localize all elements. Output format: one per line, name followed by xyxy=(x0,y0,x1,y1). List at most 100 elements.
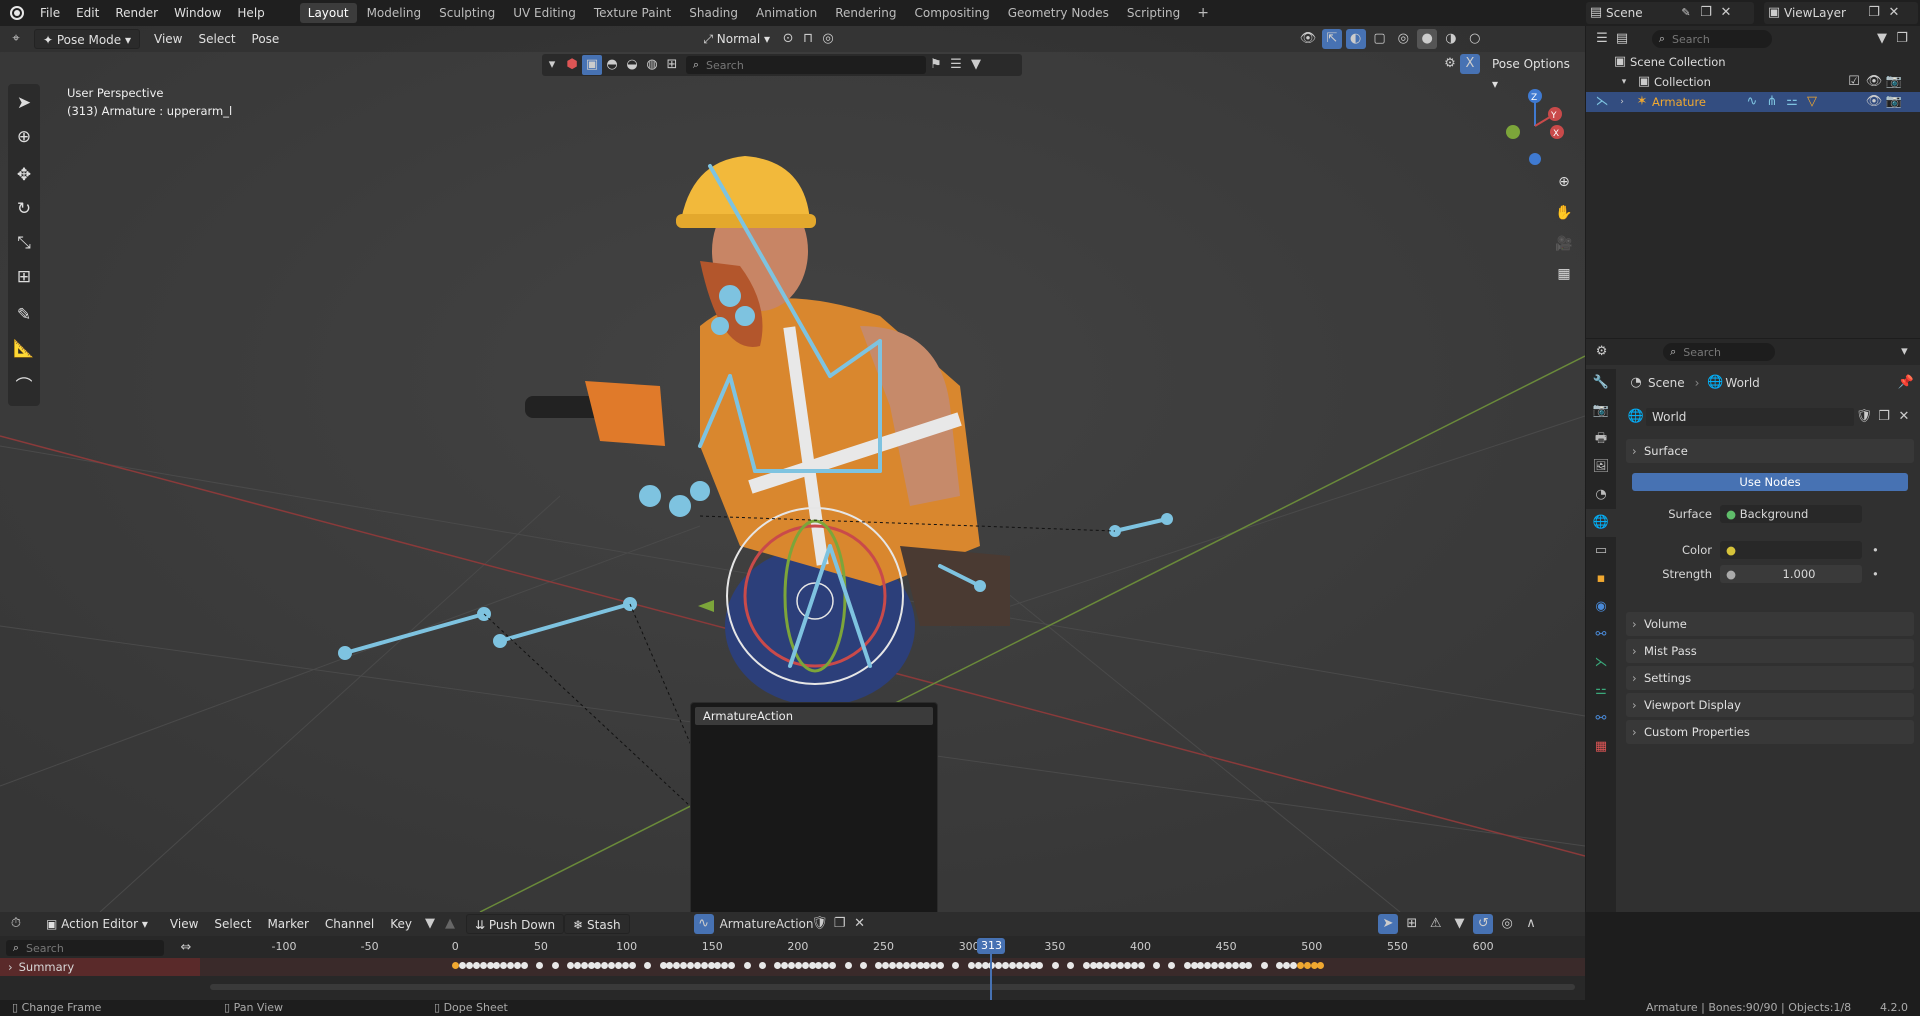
keyframe[interactable] xyxy=(1123,962,1131,969)
scale-tool-icon[interactable]: ⤡ xyxy=(8,226,40,260)
keyframe[interactable] xyxy=(1168,962,1176,969)
editor-type-outliner-icon[interactable]: ☰ xyxy=(1592,29,1612,49)
menu-marker[interactable]: Marker xyxy=(259,914,316,934)
chevron-right-icon[interactable]: › xyxy=(8,960,13,974)
pin-icon[interactable]: 📌 xyxy=(1896,373,1916,393)
properties-search-input[interactable]: ⌕ Search xyxy=(1663,343,1775,361)
visibility-icon[interactable]: 👁 xyxy=(1298,29,1318,49)
scene-selector[interactable]: ▤ Scene ✎ ❐ ✕ xyxy=(1586,2,1754,24)
world-datablock-selector[interactable]: 🌐 World 🛡 ❐ ✕ xyxy=(1626,407,1914,427)
world-tab-icon[interactable]: 🌐 xyxy=(1586,509,1616,537)
duplicate-icon[interactable]: ❐ xyxy=(830,914,850,934)
keyframe[interactable] xyxy=(628,962,636,969)
menu-view[interactable]: View xyxy=(146,29,190,49)
object-filter-icon[interactable]: ⬢ xyxy=(562,55,582,75)
bone-constraint-tab-icon[interactable]: ⚯ xyxy=(1586,705,1616,733)
keyframe[interactable] xyxy=(573,962,581,969)
keyframe[interactable] xyxy=(1116,962,1124,969)
camera-icon[interactable]: 📷 xyxy=(1884,92,1904,112)
tab-animation[interactable]: Animation xyxy=(748,3,825,23)
keyframe[interactable] xyxy=(1245,962,1253,969)
keyframe[interactable] xyxy=(466,962,473,969)
tool-tab-icon[interactable]: 🔧 xyxy=(1586,369,1616,397)
keyframe[interactable] xyxy=(580,962,588,969)
keyframe[interactable] xyxy=(1137,962,1145,969)
navigation-gizmo[interactable]: Z Y X xyxy=(1500,86,1570,166)
3d-viewport[interactable]: ⌖ ✦ Pose Mode ▾ View Select Pose ⤢ Norma… xyxy=(0,26,1585,912)
move-tool-icon[interactable]: ✥ xyxy=(8,158,40,192)
keyframe[interactable] xyxy=(758,962,766,969)
object-tab-icon[interactable]: ▪ xyxy=(1586,565,1616,593)
bone-envelope-tool-icon[interactable]: ⌒ xyxy=(8,370,40,404)
select-mode-icon[interactable]: ⊞ xyxy=(662,55,682,75)
select-mode-icon[interactable]: ◓ xyxy=(602,55,622,75)
cursor-tool-icon[interactable]: ⊕ xyxy=(8,120,40,154)
world-name-field[interactable]: World xyxy=(1646,408,1854,426)
keyframe[interactable] xyxy=(794,962,802,969)
keyframe[interactable] xyxy=(952,962,960,969)
measure-tool-icon[interactable]: 📐 xyxy=(8,332,40,366)
close-icon[interactable]: ✕ xyxy=(850,914,870,934)
only-selected-icon[interactable]: ➤ xyxy=(1378,914,1398,934)
fake-user-icon[interactable]: 🛡 xyxy=(810,914,830,934)
strength-field[interactable]: ● 1.000 xyxy=(1720,565,1862,583)
view-layer-tab-icon[interactable]: 🖼 xyxy=(1586,453,1616,481)
select-mode-icon[interactable]: ◍ xyxy=(642,55,662,75)
blender-logo-icon[interactable] xyxy=(10,6,24,20)
tab-modeling[interactable]: Modeling xyxy=(359,3,430,23)
output-tab-icon[interactable]: 🖶 xyxy=(1586,425,1616,453)
push-down-button[interactable]: ⇊ Push Down xyxy=(465,914,565,934)
keyframe[interactable] xyxy=(1022,962,1030,969)
use-nodes-button[interactable]: Use Nodes xyxy=(1632,473,1908,491)
menu-render[interactable]: Render xyxy=(107,0,166,26)
menu-pose[interactable]: Pose xyxy=(244,29,288,49)
bookmark-icon[interactable]: ⚑ xyxy=(926,55,946,75)
viewlayer-selector[interactable]: ▣ ViewLayer ❐ ✕ xyxy=(1764,2,1918,24)
viewport-display-panel-header[interactable]: Viewport Display xyxy=(1626,693,1914,717)
current-frame-indicator[interactable]: 313 xyxy=(977,938,1006,1000)
keyframe[interactable] xyxy=(1009,962,1017,969)
annotate-tool-icon[interactable]: ✎ xyxy=(8,298,40,332)
summary-channel[interactable]: › Summary xyxy=(0,958,200,976)
keyframe[interactable] xyxy=(513,962,521,969)
keyframe[interactable] xyxy=(1082,962,1090,969)
keyframe[interactable] xyxy=(1317,962,1325,969)
interpolation-icon[interactable]: ∧ xyxy=(1521,914,1541,934)
tab-texture-paint[interactable]: Texture Paint xyxy=(586,3,679,23)
zoom-icon[interactable]: ⊕ xyxy=(1552,170,1576,194)
keyframe[interactable] xyxy=(728,962,736,969)
keyframe[interactable] xyxy=(844,962,852,969)
keyframe[interactable] xyxy=(693,962,701,969)
keyframe[interactable] xyxy=(1231,962,1239,969)
proportional-icon[interactable]: ◎ xyxy=(1497,914,1517,934)
x-mirror-toggle[interactable]: X xyxy=(1460,54,1480,74)
close-icon[interactable]: ✕ xyxy=(1716,3,1736,23)
menu-edit[interactable]: Edit xyxy=(68,0,107,26)
tab-geometry-nodes[interactable]: Geometry Nodes xyxy=(1000,3,1117,23)
keyframe[interactable] xyxy=(1015,962,1023,969)
outliner-row-scene-collection[interactable]: ▣ Scene Collection xyxy=(1586,52,1920,72)
keyframe[interactable] xyxy=(1036,962,1044,969)
keyframe[interactable] xyxy=(829,962,837,969)
solid-shading-icon[interactable]: ● xyxy=(1417,29,1438,49)
perspective-toggle-icon[interactable]: ▦ xyxy=(1552,262,1576,286)
eye-icon[interactable]: 👁 xyxy=(1864,92,1884,112)
fake-user-icon[interactable]: 🛡 xyxy=(1854,407,1874,427)
editor-type-dopesheet-icon[interactable]: ⏱ xyxy=(6,914,26,934)
mist-pass-panel-header[interactable]: Mist Pass xyxy=(1626,639,1914,663)
show-hidden-icon[interactable]: ⊞ xyxy=(1402,914,1422,934)
menu-select[interactable]: Select xyxy=(191,29,244,49)
action-browse-icon[interactable]: ∿ xyxy=(693,914,714,934)
bone-tab-icon[interactable]: ⚍ xyxy=(1586,677,1616,705)
keyframe[interactable] xyxy=(536,962,544,969)
auto-snap-icon[interactable]: ↺ xyxy=(1473,914,1494,934)
keyframe[interactable] xyxy=(909,962,917,969)
rendered-shading-icon[interactable]: ○ xyxy=(1465,29,1485,49)
new-collection-icon[interactable]: ❐ xyxy=(1892,29,1912,49)
keyframe[interactable] xyxy=(1152,962,1160,969)
snap-icon[interactable]: ⊓ xyxy=(798,29,818,49)
keyframe[interactable] xyxy=(1224,962,1232,969)
layer-down-icon[interactable]: ▼ xyxy=(420,914,440,934)
frame-ruler[interactable]: -100 -50 0 50 100 150 200 250 300 350 400 450 500 550… xyxy=(200,938,1585,958)
keyframe[interactable] xyxy=(520,962,528,969)
